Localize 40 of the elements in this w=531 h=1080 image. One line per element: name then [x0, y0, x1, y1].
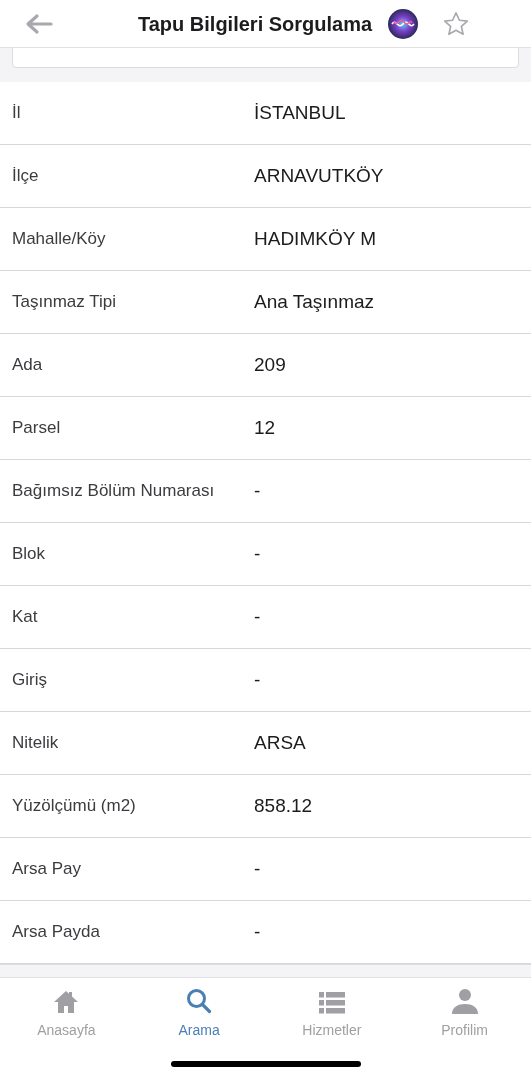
- field-value: -: [254, 856, 261, 881]
- tab-bar-item[interactable]: Profilim: [398, 986, 531, 1047]
- person-icon: [451, 988, 478, 1014]
- field-value: -: [254, 541, 261, 566]
- field-label: İl: [11, 102, 22, 125]
- home-icon: [53, 990, 80, 1014]
- field-label: Nitelik: [11, 732, 60, 755]
- field-label: Blok: [11, 543, 47, 566]
- search-icon: [186, 988, 213, 1014]
- field-value: 209: [254, 352, 286, 377]
- field-label: Giriş: [11, 669, 48, 692]
- siri-icon[interactable]: [388, 8, 419, 39]
- field-label: Kat: [11, 606, 39, 629]
- field-value: İSTANBUL: [254, 100, 346, 125]
- field-label: Yüzölçümü (m2): [11, 795, 137, 818]
- field-label: Mahalle/Köy: [11, 228, 107, 251]
- field-value: 12: [254, 415, 276, 440]
- field-value: ARNAVUTKÖY: [254, 163, 384, 188]
- field-value: Ana Taşınmaz: [254, 289, 375, 314]
- field-label: Ada: [11, 354, 44, 377]
- field-value: -: [254, 604, 261, 629]
- field-label: Taşınmaz Tipi: [11, 291, 117, 314]
- tab-bar-item[interactable]: Arama: [132, 986, 266, 1047]
- field-label: İlçe: [11, 165, 40, 188]
- page-title: Tapu Bilgileri Sorgulama: [138, 11, 373, 37]
- tab-bar-item[interactable]: Hizmetler: [265, 986, 399, 1047]
- field-label: Parsel: [11, 417, 62, 440]
- field-value: ARSA: [254, 730, 306, 755]
- tab-bar-item[interactable]: Anasayfa: [0, 986, 133, 1047]
- field-label: Bağımsız Bölüm Numarası: [11, 480, 216, 503]
- field-value: 858.12: [254, 793, 313, 818]
- field-value: HADIMKÖY M: [254, 226, 377, 251]
- field-value: -: [254, 667, 261, 692]
- list-icon: [318, 992, 345, 1014]
- star-icon[interactable]: [442, 9, 471, 38]
- field-label: Arsa Payda: [11, 921, 101, 944]
- field-value: -: [254, 478, 261, 503]
- back-arrow-icon: [25, 12, 53, 35]
- field-value: -: [254, 919, 261, 944]
- field-label: Arsa Pay: [11, 858, 82, 881]
